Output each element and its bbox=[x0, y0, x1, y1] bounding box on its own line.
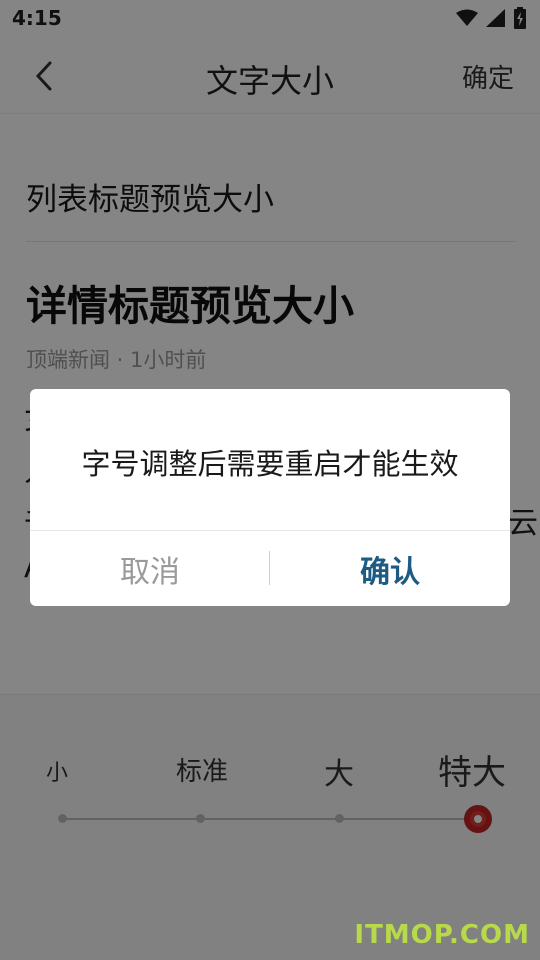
app-screen: 4:15 文字大小 确定 列表标题预览大小 详情标题预览大小 顶端新闻 · 1小… bbox=[0, 0, 540, 960]
watermark: ITMOP.COM bbox=[354, 920, 530, 950]
cancel-button[interactable]: 取消 bbox=[30, 531, 270, 606]
restart-confirm-dialog: 字号调整后需要重启才能生效 取消 确认 bbox=[30, 389, 510, 606]
ok-button[interactable]: 确认 bbox=[270, 531, 510, 606]
dialog-message: 字号调整后需要重启才能生效 bbox=[81, 447, 459, 481]
